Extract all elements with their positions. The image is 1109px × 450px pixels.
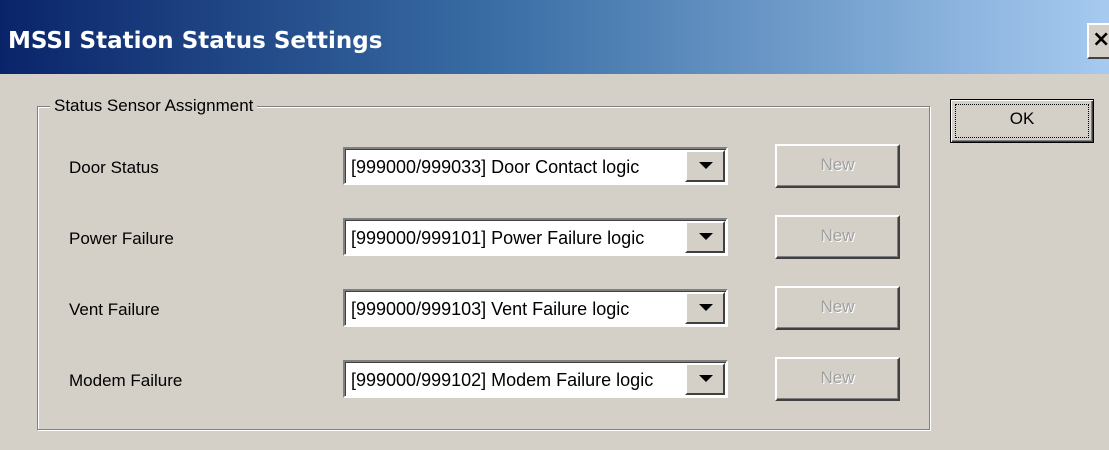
power-failure-select[interactable]: [999000/999101] Power Failure logic (343, 218, 728, 256)
door-status-new-button[interactable]: New (775, 144, 900, 188)
modem-failure-selected-value: [999000/999102] Modem Failure logic (351, 370, 654, 390)
close-button[interactable]: × (1087, 23, 1109, 59)
modem-failure-select[interactable]: [999000/999102] Modem Failure logic (343, 360, 728, 398)
vent-failure-select[interactable]: [999000/999103] Vent Failure logic (343, 289, 728, 327)
door-status-select[interactable]: [999000/999033] Door Contact logic (343, 147, 728, 185)
modem-failure-new-button[interactable]: New (775, 357, 900, 401)
close-icon: × (1092, 27, 1109, 52)
vent-failure-label: Vent Failure (69, 300, 160, 319)
chevron-down-icon[interactable] (685, 221, 725, 253)
status-sensor-assignment-group: Status Sensor Assignment Door Status [99… (37, 96, 930, 430)
door-status-label: Door Status (69, 158, 159, 177)
ok-button-label: OK (955, 104, 1089, 138)
title-bar[interactable]: MSSI Station Status Settings × (0, 0, 1109, 74)
vent-failure-selected-value: [999000/999103] Vent Failure logic (351, 299, 630, 319)
group-legend: Status Sensor Assignment (50, 96, 258, 116)
modem-failure-label: Modem Failure (69, 371, 183, 390)
power-failure-label: Power Failure (69, 229, 174, 248)
power-failure-selected-value: [999000/999101] Power Failure logic (351, 228, 645, 248)
chevron-down-icon[interactable] (685, 292, 725, 324)
power-failure-new-button[interactable]: New (775, 215, 900, 259)
chevron-down-icon[interactable] (685, 150, 725, 182)
door-status-selected-value: [999000/999033] Door Contact logic (351, 157, 640, 177)
chevron-down-icon[interactable] (685, 363, 725, 395)
window-title: MSSI Station Status Settings (8, 28, 383, 54)
ok-button[interactable]: OK (950, 99, 1094, 143)
vent-failure-new-button[interactable]: New (775, 286, 900, 330)
